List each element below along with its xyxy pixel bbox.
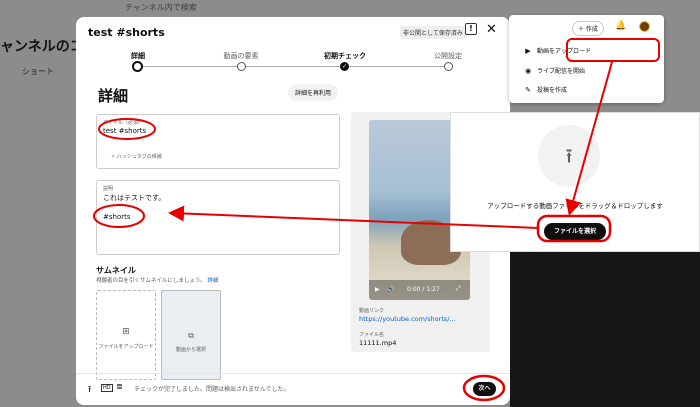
video-link-label: 動画リンク — [359, 308, 385, 314]
hd-icon[interactable]: HD — [101, 384, 113, 392]
upload-arrow-icon: ⭱ — [565, 144, 573, 168]
step-checks-label[interactable]: 初期チェック — [310, 51, 380, 61]
feedback-icon[interactable]: ! — [465, 23, 477, 35]
volume-icon[interactable]: 🔊 — [387, 286, 394, 293]
file-name: 11111.mp4 — [359, 339, 397, 347]
create-button-label: 作成 — [585, 26, 598, 33]
progress-stepper: 詳細 動画の要素 初期チェック 公開設定 ✓ — [76, 47, 510, 77]
menu-item-create-post[interactable]: ✎ 投稿を作成 — [523, 85, 567, 94]
plus-icon: ＋ — [578, 26, 586, 33]
upload-instruction: アップロードする動画ファイルをドラッグ＆ドロップします — [487, 202, 663, 210]
dialog-footer: ⭱ HD ≣ チェックが完了しました。問題は検出されませんでした。 次へ — [76, 373, 510, 405]
video-controls: ▶ 🔊 0:00 / 1:27 ⤢ — [369, 280, 470, 300]
video-time: 0:00 / 1:27 — [407, 286, 440, 293]
menu-item-post-label: 投稿を作成 — [537, 87, 568, 94]
thumbnail-subtext: 視聴者の目を引くサムネイルにしましょう。 詳細 — [96, 276, 218, 284]
thumbnail-subtext-text: 視聴者の目を引くサムネイルにしましょう。 — [96, 278, 206, 284]
hashtag-hint-text: ハッシュタグの候補 — [116, 154, 162, 160]
menu-item-go-live[interactable]: ◉ ライブ配信を開始 — [523, 66, 585, 75]
add-image-icon: ⊞ — [122, 327, 130, 337]
select-files-button[interactable]: ファイルを選択 — [544, 223, 606, 240]
upload-drop-zone[interactable]: ⭱ — [538, 125, 600, 187]
thumbnail-upload-box[interactable]: ⊞ ファイルをアップロード — [96, 290, 156, 380]
create-menu: ＋ 作成 🔔 ▶ 動画をアップロード ◉ ライブ配信を開始 ✎ 投稿を作成 — [509, 15, 664, 103]
details-heading: 詳細 — [98, 87, 129, 105]
play-icon[interactable]: ▶ — [375, 286, 380, 293]
upload-progress-icon[interactable]: ⭱ — [88, 382, 91, 398]
thumbnail-upload-label: ファイルをアップロード — [98, 344, 154, 350]
close-icon[interactable]: ✕ — [486, 22, 497, 37]
hashtag-suggestions[interactable]: ✧ ハッシュタグの候補 — [111, 153, 162, 160]
title-input[interactable]: test #shorts — [103, 127, 146, 135]
live-icon: ◉ — [524, 67, 532, 75]
upload-videos-dialog: ⭱ アップロードする動画ファイルをドラッグ＆ドロップします ファイルを選択 — [450, 112, 700, 252]
dialog-title: test #shorts — [88, 26, 165, 39]
video-details-dialog: test #shorts 非公開として保存済み ! ✕ 詳細 動画の要素 初期チ… — [76, 17, 510, 405]
menu-item-upload-label: 動画をアップロード — [537, 48, 592, 55]
step-details-label[interactable]: 詳細 — [103, 51, 173, 61]
step-details-dot[interactable] — [132, 61, 143, 72]
description-field-label: 説明 — [103, 186, 114, 192]
step-elements-dot[interactable] — [237, 62, 246, 71]
title-field[interactable]: タイトル（必須） test #shorts ✧ ハッシュタグの候補 — [96, 114, 340, 169]
description-line-2[interactable]: #shorts — [103, 213, 131, 221]
next-button[interactable]: 次へ — [473, 382, 496, 396]
menu-item-upload-video[interactable]: ▶ 動画をアップロード — [523, 46, 591, 55]
frames-icon: ⧉ — [188, 331, 194, 340]
step-visibility-dot[interactable] — [444, 62, 453, 71]
thumbnail-auto-box[interactable]: ⧉ 動画から選択 — [161, 290, 221, 380]
description-line-1[interactable]: これはテストです。 — [103, 193, 165, 203]
checks-icon[interactable]: ≣ — [116, 382, 123, 391]
menu-item-live-label: ライブ配信を開始 — [537, 68, 586, 75]
description-field[interactable]: 説明 これはテストです。 #shorts — [96, 180, 340, 255]
step-elements-label[interactable]: 動画の要素 — [206, 51, 276, 61]
video-link[interactable]: https://youtube.com/shorts/... — [359, 315, 456, 323]
thumbnail-auto-label: 動画から選択 — [175, 347, 206, 353]
edit-post-icon: ✎ — [525, 86, 531, 94]
thumbnail-learn-more-link[interactable]: 詳細 — [207, 278, 218, 284]
title-field-label: タイトル（必須） — [103, 120, 144, 126]
step-visibility-label[interactable]: 公開設定 — [413, 51, 483, 61]
fullscreen-icon[interactable]: ⤢ — [456, 285, 461, 293]
avatar[interactable] — [639, 21, 650, 32]
saved-status-badge: 非公開として保存済み — [400, 26, 466, 39]
create-button[interactable]: ＋ 作成 — [572, 21, 604, 36]
step-checks-check-icon[interactable]: ✓ — [340, 62, 349, 71]
upload-video-icon: ▶ — [525, 47, 531, 55]
checks-status-text: チェックが完了しました。問題は検出されませんでした。 — [134, 386, 290, 393]
thumbnail-heading: サムネイル — [96, 266, 136, 275]
bell-icon[interactable]: 🔔 — [615, 21, 626, 31]
stepper-line — [138, 66, 444, 67]
reuse-details-button[interactable]: 詳細を再利用 — [288, 84, 339, 101]
file-name-label: ファイル名 — [359, 332, 385, 338]
